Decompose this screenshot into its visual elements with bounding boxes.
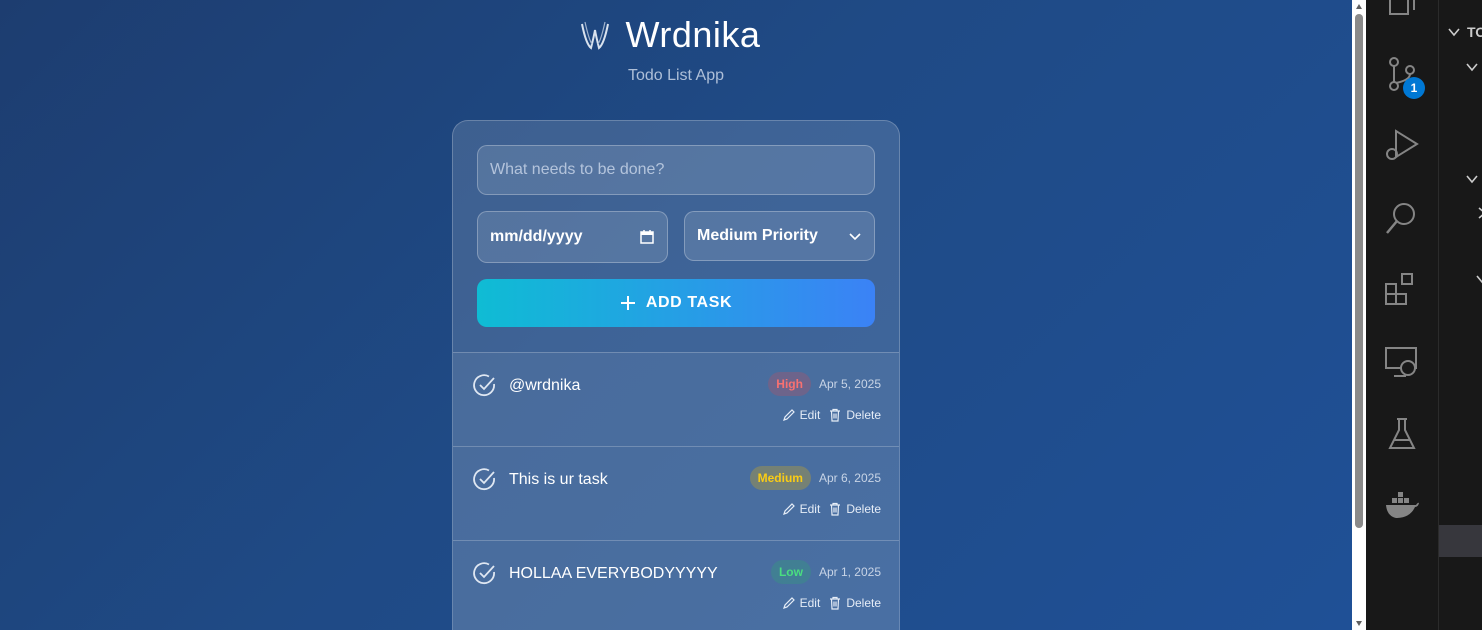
add-task-button[interactable]: ADD TASK [477,279,875,327]
task-input[interactable] [477,145,875,195]
edit-label: Edit [799,502,821,516]
app-title: Wrdnika [625,14,761,55]
trash-icon [830,502,841,516]
delete-button[interactable]: Delete [828,408,881,422]
task-due-date: Apr 5, 2025 [818,377,881,391]
trash-icon [830,596,841,610]
plus-icon [620,296,635,310]
delete-button[interactable]: Delete [828,596,881,610]
search-icon[interactable] [1384,200,1420,236]
task-meta: Low Apr 1, 2025 [770,560,881,584]
todo-card: mm/dd/yyyy Medium Priority [452,120,900,630]
pencil-icon [782,409,795,421]
delete-button[interactable]: Delete [828,502,881,516]
priority-badge: High [768,372,811,396]
docker-whale-icon[interactable] [1384,488,1420,524]
chevron-down-icon [849,233,861,241]
task-list: @wrdnika High Apr 5, 2025 Edit Delete Th… [453,352,899,630]
scrollbar-thumb[interactable] [1355,14,1363,528]
scroll-down-arrow-icon[interactable] [1355,619,1363,627]
check-circle-icon[interactable] [473,467,497,491]
task-meta: High Apr 5, 2025 [768,372,881,396]
task-text: @wrdnika [509,377,581,394]
task-text: This is ur task [509,471,608,488]
chevron-right-icon[interactable] [1475,206,1482,220]
pencil-icon [782,597,795,609]
page-scrollbar[interactable] [1352,0,1366,630]
chevron-down-icon[interactable] [1465,60,1479,74]
add-task-form: mm/dd/yyyy Medium Priority [453,121,899,352]
wrdnika-logo-icon [580,21,609,50]
priority-badge: Low [770,560,811,584]
extensions-icon[interactable] [1384,272,1420,308]
task-actions: Edit Delete [782,408,881,422]
pencil-icon [782,503,795,515]
testing-flask-icon[interactable] [1384,416,1420,452]
delete-label: Delete [846,596,881,610]
check-circle-icon[interactable] [473,373,497,397]
priority-badge: Medium [749,466,811,490]
delete-label: Delete [846,502,881,516]
priority-selected-value: Medium Priority [697,227,818,244]
source-control-count-badge: 1 [1403,77,1425,99]
edit-button[interactable]: Edit [782,502,821,516]
todo-app: Wrdnika Todo List App mm/dd/yyyy Medium … [0,0,1352,630]
trash-icon [830,408,841,422]
remote-explorer-icon[interactable] [1384,344,1420,380]
task-text: HOLLAA EVERYBODYYYYY [509,565,718,582]
scroll-up-arrow-icon[interactable] [1355,3,1363,11]
vscode-activity-bar [1366,0,1438,630]
chevron-down-icon [1448,28,1460,37]
panel-section-header[interactable]: TO [1447,24,1482,40]
task-due-date: Apr 1, 2025 [818,565,881,579]
edit-button[interactable]: Edit [782,596,821,610]
task-due-date: Apr 6, 2025 [818,471,881,485]
vscode-side-panel: TO [1438,0,1482,630]
task-meta: Medium Apr 6, 2025 [749,466,881,490]
task-actions: Edit Delete [782,596,881,610]
due-date-placeholder: mm/dd/yyyy [490,228,583,245]
edit-label: Edit [799,596,821,610]
panel-section-title: TO [1467,24,1482,40]
chevron-down-icon[interactable] [1465,172,1479,186]
panel-selected-row[interactable] [1439,525,1482,557]
priority-select[interactable]: Medium Priority [684,211,875,261]
add-task-label: ADD TASK [645,294,733,311]
task-item: @wrdnika High Apr 5, 2025 Edit Delete [453,352,899,446]
run-debug-icon[interactable] [1384,128,1420,164]
due-date-input[interactable]: mm/dd/yyyy [477,211,668,263]
edit-button[interactable]: Edit [782,408,821,422]
chevron-down-icon[interactable] [1475,272,1482,286]
task-item: HOLLAA EVERYBODYYYYY Low Apr 1, 2025 Edi… [453,540,899,630]
calendar-icon[interactable] [639,229,655,245]
edit-label: Edit [799,408,821,422]
task-item: This is ur task Medium Apr 6, 2025 Edit … [453,446,899,540]
delete-label: Delete [846,408,881,422]
check-circle-icon[interactable] [473,561,497,585]
app-subtitle: Todo List App [627,67,725,84]
task-actions: Edit Delete [782,502,881,516]
brand-header: Wrdnika [0,14,1352,56]
explorer-icon[interactable] [1384,0,1420,22]
